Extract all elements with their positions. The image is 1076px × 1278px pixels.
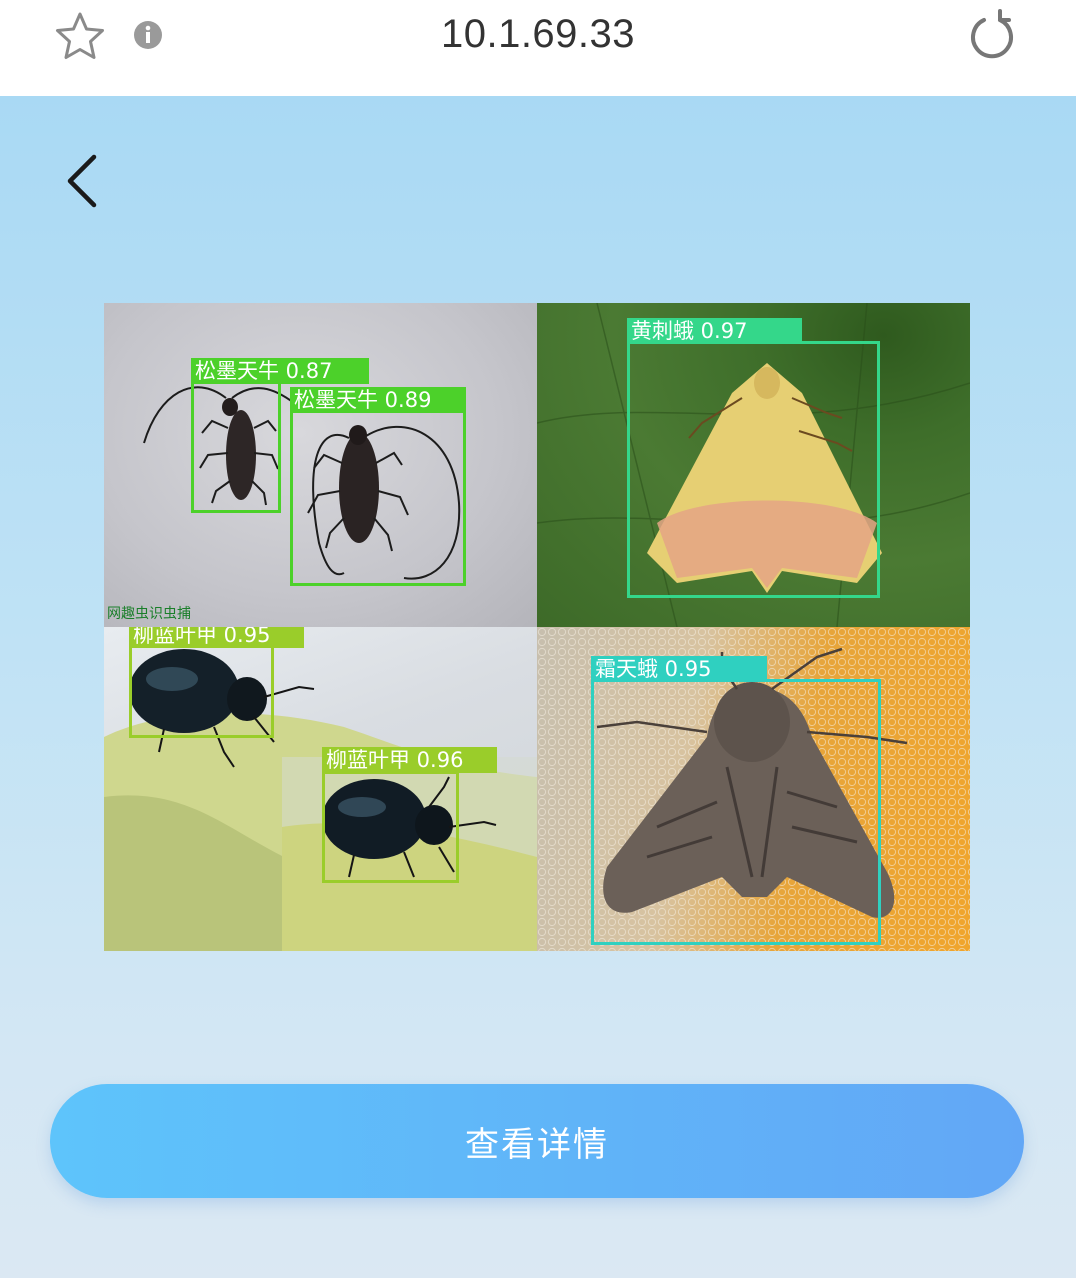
detection-label-pine-sawyer-2: 松墨天牛 0.89 (290, 387, 466, 413)
view-details-button[interactable]: 查看详情 (50, 1084, 1024, 1198)
chevron-left-icon[interactable] (60, 151, 108, 215)
photo-slug-moth: 黄刺蛾 0.97 (537, 303, 970, 627)
detection-box-leaf-beetle-1 (129, 645, 274, 738)
reload-icon[interactable] (964, 8, 1020, 64)
detection-box-pine-sawyer-2 (290, 410, 466, 586)
detection-box-pine-sawyer-1 (191, 381, 281, 513)
detection-box-leaf-beetle-2 (322, 771, 459, 883)
detection-label-leaf-beetle-2: 柳蓝叶甲 0.96 (322, 747, 497, 773)
detection-label-slug-moth: 黄刺蛾 0.97 (627, 318, 802, 344)
photo-watermark: 网趣虫识虫捕 (107, 606, 191, 622)
photo-longhorn-beetles: 松墨天牛 0.87 松墨天牛 0.89 网趣虫识虫捕 (104, 303, 537, 627)
photo-hawk-moth: 霜天蛾 0.95 (537, 627, 970, 951)
detection-label-pine-sawyer-1: 松墨天牛 0.87 (191, 358, 369, 384)
address-bar-url[interactable]: 10.1.69.33 (0, 12, 1076, 57)
detection-box-slug-moth (627, 341, 880, 598)
detection-label-leaf-beetle-1: 柳蓝叶甲 0.95 (129, 627, 304, 648)
detection-label-hawk-moth: 霜天蛾 0.95 (591, 656, 767, 682)
page-content: 松墨天牛 0.87 松墨天牛 0.89 网趣虫识虫捕 黄刺蛾 0.97 柳蓝叶甲… (0, 96, 1076, 1278)
photo-leaf-beetles: 柳蓝叶甲 0.95 柳蓝叶甲 0.96 (104, 627, 537, 951)
detection-box-hawk-moth (591, 679, 881, 945)
browser-toolbar: 10.1.69.33 (0, 0, 1076, 96)
detection-result-image: 松墨天牛 0.87 松墨天牛 0.89 网趣虫识虫捕 黄刺蛾 0.97 柳蓝叶甲… (104, 303, 970, 951)
